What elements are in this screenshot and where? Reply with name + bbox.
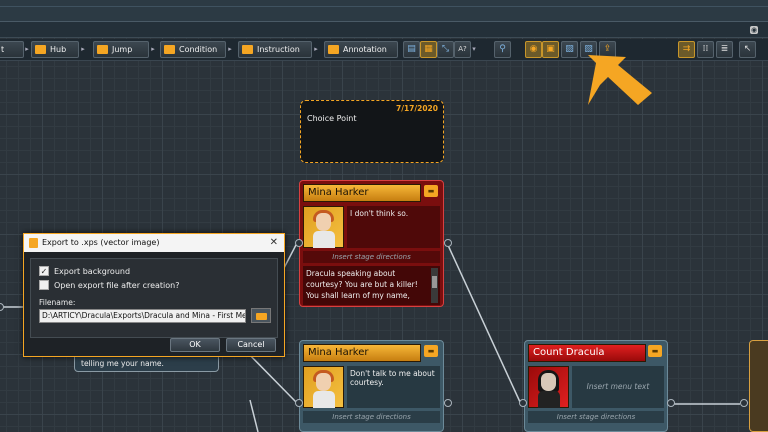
open-after-creation-label: Open export file after creation? <box>54 281 180 290</box>
speaker-name: Mina Harker <box>308 347 369 358</box>
avatar-face <box>316 213 331 231</box>
ok-button[interactable]: OK <box>170 338 220 352</box>
pointer-arrow-icon <box>588 55 652 105</box>
export-background-checkbox[interactable]: ✓ <box>39 266 49 276</box>
avatar-face <box>541 373 556 391</box>
node-label: Choice Point <box>307 114 357 123</box>
stage-directions[interactable]: Insert stage directions <box>303 251 440 263</box>
speaker-header: Mina Harker <box>303 344 421 362</box>
dialogue-text[interactable]: Dracula speaking about courtesy? You are… <box>303 266 440 305</box>
cancel-button[interactable]: Cancel <box>226 338 276 352</box>
speaker-header: Mina Harker <box>303 184 421 202</box>
node-text: telling me your name. <box>81 359 164 368</box>
speech-bubble-icon: ▬ <box>648 345 662 357</box>
input-pin[interactable] <box>295 399 303 407</box>
dialog-panel: ✓ Export background Open export file aft… <box>30 258 278 338</box>
output-pin[interactable] <box>444 239 452 247</box>
folder-icon <box>256 313 267 320</box>
filename-input[interactable]: D:\ARTICY\Dracula\Exports\Dracula and Mi… <box>39 309 246 323</box>
stage-directions[interactable]: Insert stage directions <box>303 411 440 423</box>
speaker-name: Mina Harker <box>308 187 369 198</box>
avatar-dracula <box>528 366 569 408</box>
export-dialog: Export to .xps (vector image) ✕ ✓ Export… <box>23 233 285 357</box>
node-date: 7/17/2020 <box>395 104 438 113</box>
open-after-creation-checkbox[interactable] <box>39 280 49 290</box>
export-icon <box>29 238 38 248</box>
avatar-body <box>313 391 335 408</box>
export-background-label: Export background <box>54 267 131 276</box>
dialogue-node-dracula[interactable]: Count Dracula ▬ Insert menu text Insert … <box>524 340 668 432</box>
speaker-header: Count Dracula <box>528 344 646 362</box>
avatar-face <box>316 373 331 391</box>
stage-directions[interactable]: Insert stage directions <box>528 411 664 423</box>
avatar-body <box>313 231 335 248</box>
menu-text[interactable]: I don't think so. <box>347 206 440 248</box>
dialog-titlebar: Export to .xps (vector image) ✕ <box>24 234 284 252</box>
output-pin[interactable] <box>667 399 675 407</box>
filename-label: Filename: <box>39 298 76 307</box>
choice-point-node[interactable]: 7/17/2020 Choice Point <box>300 100 444 163</box>
avatar-mina <box>303 366 344 408</box>
output-pin[interactable] <box>444 399 452 407</box>
dialogue-node-partial[interactable] <box>749 340 768 432</box>
close-icon[interactable]: ✕ <box>270 234 278 252</box>
avatar-mina <box>303 206 344 248</box>
menu-text[interactable]: Don't talk to me about courtesy. <box>347 366 440 408</box>
menu-text[interactable]: Insert menu text <box>572 366 664 408</box>
dialogue-text-content: Dracula speaking about courtesy? You are… <box>306 269 418 300</box>
dialogue-node-mina-1[interactable]: Mina Harker ▬ I don't think so. Insert s… <box>299 180 444 307</box>
speaker-name: Count Dracula <box>533 347 605 358</box>
dialog-title: Export to .xps (vector image) <box>42 238 160 247</box>
input-pin[interactable] <box>295 239 303 247</box>
speech-bubble-icon: ▬ <box>424 345 438 357</box>
input-pin[interactable] <box>740 399 748 407</box>
browse-folder-button[interactable] <box>251 308 271 323</box>
speech-bubble-icon: ▬ <box>424 185 438 197</box>
input-pin[interactable] <box>519 399 527 407</box>
scrollbar[interactable] <box>431 268 438 303</box>
avatar-body <box>538 391 560 408</box>
dialogue-node-mina-2[interactable]: Mina Harker ▬ Don't talk to me about cou… <box>299 340 444 432</box>
scrollbar-thumb[interactable] <box>432 276 437 288</box>
